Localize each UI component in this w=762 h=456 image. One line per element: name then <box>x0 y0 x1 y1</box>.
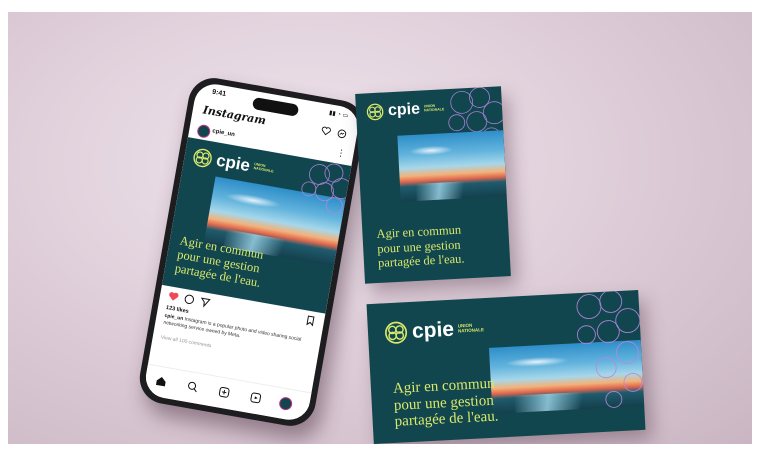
signal-battery-icon: ▮▮ ◔ ▭ <box>328 110 349 120</box>
cpie-logo-icon <box>366 103 384 121</box>
brand-name: cpie <box>387 100 421 120</box>
mockup-scene: 9:41 ▮▮ ◔ ▭ Instagram ⌄ cpie_un ⋮ cpie U… <box>8 12 752 444</box>
bubble-pattern <box>576 289 643 408</box>
brand-subtitle: UNION NATIONALE <box>458 323 484 334</box>
heart-icon[interactable] <box>167 290 180 303</box>
bookmark-icon[interactable] <box>304 314 317 327</box>
brand-name: cpie <box>411 317 455 343</box>
cpie-logo-icon <box>385 321 408 344</box>
reels-icon[interactable] <box>249 391 263 405</box>
add-icon[interactable] <box>217 385 231 399</box>
brand-subtitle: UNION NATIONALE <box>253 162 274 174</box>
cpie-logo-icon <box>193 148 212 168</box>
bottom-tab-bar <box>142 363 312 423</box>
home-icon[interactable] <box>154 374 168 388</box>
post-username[interactable]: cpie_un <box>212 128 235 138</box>
bubble-pattern <box>301 163 352 214</box>
avatar[interactable] <box>196 123 212 139</box>
phone-screen: 9:41 ▮▮ ◔ ▭ Instagram ⌄ cpie_un ⋮ cpie U… <box>142 81 362 423</box>
more-options-icon[interactable]: ⋮ <box>336 147 347 159</box>
brand-logo: cpie UNION NATIONALE <box>191 146 275 180</box>
sunset-photo <box>397 130 507 202</box>
share-icon[interactable] <box>199 296 212 309</box>
phone-mockup: 9:41 ▮▮ ◔ ▭ Instagram ⌄ cpie_un ⋮ cpie U… <box>135 74 369 430</box>
search-icon[interactable] <box>186 380 200 394</box>
post-image[interactable]: cpie UNION NATIONALE Agir en commun pour <box>161 137 352 314</box>
brand-subtitle-line2: NATIONALE <box>457 327 485 334</box>
heart-icon[interactable] <box>320 125 332 137</box>
brand-subtitle-line2: NATIONALE <box>253 166 274 174</box>
messenger-icon[interactable] <box>336 128 348 140</box>
card-headline: Agir en commun pour une gestion partagée… <box>393 376 499 431</box>
headline-line-3: partagée de l'eau. <box>377 251 465 270</box>
profile-icon[interactable] <box>278 396 294 412</box>
square-card: cpie UNION NATIONALE Agir en commun pour… <box>355 86 511 284</box>
card-headline: Agir en commun pour une gestion partagée… <box>376 223 465 271</box>
brand-logo: cpie UNION NATIONALE <box>383 316 484 345</box>
comment-icon[interactable] <box>183 293 196 306</box>
brand-name: cpie <box>214 150 252 176</box>
wide-card: cpie UNION NATIONALE Agir en commun pour… <box>366 289 646 444</box>
status-time: 9:41 <box>211 88 227 99</box>
view-comments-link[interactable]: View all 100 comments <box>160 335 212 350</box>
